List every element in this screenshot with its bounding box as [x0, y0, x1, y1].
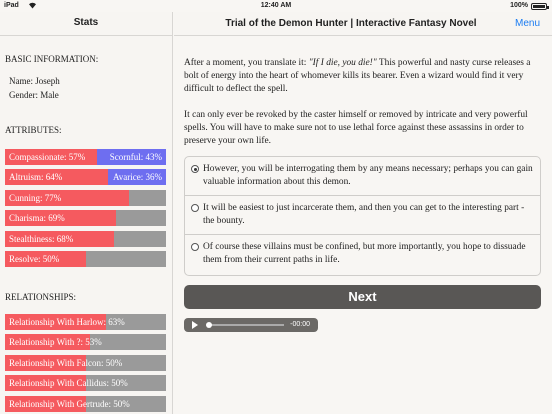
- choice-text: It will be easiest to just incarcerate t…: [203, 203, 525, 226]
- attribute-bar: Charisma: 69%: [5, 210, 166, 227]
- divider: [185, 234, 540, 235]
- story-paragraph-1: After a moment, you translate it: "If I …: [184, 57, 540, 96]
- relationship-label: Relationship With Harlow: 63%: [9, 317, 125, 327]
- choice-text: Of course these villains must be confine…: [203, 242, 526, 265]
- attribute-bar: Cunning: 77%: [5, 189, 166, 206]
- attribute-bar: Compassionate: 57% Scornful: 43%: [5, 149, 166, 165]
- basic-info-heading: BASIC INFORMATION:: [5, 54, 99, 64]
- relationship-label: Relationship With ?: 53%: [9, 337, 102, 348]
- relationship-bar: Relationship With Gertrude: 50%: [5, 395, 166, 412]
- attribute-label: Charisma: 69%: [9, 213, 65, 224]
- stats-sidebar: Stats BASIC INFORMATION: Name: Joseph Ge…: [0, 12, 173, 414]
- attribute-label: Compassionate: 57%: [9, 152, 86, 162]
- radio-button-icon[interactable]: [191, 243, 199, 251]
- attribute-bar: Resolve: 50%: [5, 251, 166, 267]
- attribute-label: Stealthiness: 68%: [9, 233, 74, 244]
- relationship-bar: Relationship With Harlow: 63%: [5, 314, 166, 330]
- audio-player: -00:00: [184, 318, 318, 332]
- audio-scrubber[interactable]: [206, 322, 212, 328]
- relationship-label: Relationship With Falcon: 50%: [9, 357, 123, 368]
- player-gender: Gender: Male: [9, 90, 59, 100]
- attribute-bar: Altruism: 64% Avarice: 36%: [5, 169, 166, 186]
- relationships-heading: RELATIONSHIPS:: [5, 292, 77, 302]
- choice-list: However, you will be interrogating them …: [184, 156, 541, 276]
- menu-button[interactable]: Menu: [515, 18, 540, 29]
- status-bar: iPad 12:40 AM 100%: [0, 0, 552, 12]
- curse-quote: "If I die, you die!": [308, 58, 377, 68]
- opposed-label: Scornful: 43%: [109, 152, 162, 162]
- attribute-label: Resolve: 50%: [9, 254, 60, 264]
- clock: 12:40 AM: [260, 2, 292, 9]
- attribute-label: Cunning: 77%: [9, 192, 62, 203]
- choice-text: However, you will be interrogating them …: [203, 164, 533, 187]
- attribute-label: Altruism: 64%: [9, 172, 63, 183]
- page-title: Trial of the Demon Hunter | Interactive …: [225, 18, 477, 29]
- battery-percent: 100%: [510, 2, 528, 9]
- next-button[interactable]: Next: [184, 285, 541, 309]
- divider: [185, 195, 540, 196]
- story-paragraph-2: It can only ever be revoked by the caste…: [184, 110, 528, 146]
- attributes-heading: ATTRIBUTES:: [5, 125, 62, 135]
- top-bar: Trial of the Demon Hunter | Interactive …: [174, 12, 552, 36]
- player-name: Name: Joseph: [9, 76, 60, 86]
- sidebar-title: Stats: [0, 12, 172, 36]
- choice-option[interactable]: It will be easiest to just incarcerate t…: [185, 202, 540, 228]
- choice-option[interactable]: However, you will be interrogating them …: [185, 163, 540, 189]
- audio-progress-track[interactable]: [208, 324, 284, 326]
- radio-button-icon[interactable]: [191, 204, 199, 212]
- radio-button-icon[interactable]: [191, 165, 199, 173]
- relationship-label: Relationship With Gertrude: 50%: [9, 398, 130, 409]
- play-icon[interactable]: [192, 321, 198, 329]
- relationship-bar: Relationship With ?: 53%: [5, 334, 166, 351]
- relationship-label: Relationship With Callidus: 50%: [9, 378, 128, 389]
- time-remaining: -00:00: [290, 321, 310, 328]
- story-text: After a moment, you translate it:: [184, 58, 309, 68]
- battery-icon: [531, 3, 549, 10]
- relationship-bar: Relationship With Callidus: 50%: [5, 375, 166, 392]
- attribute-bar: Stealthiness: 68%: [5, 230, 166, 247]
- choice-option[interactable]: Of course these villains must be confine…: [185, 241, 540, 267]
- opposed-label: Avarice: 36%: [112, 172, 162, 183]
- relationship-bar: Relationship With Falcon: 50%: [5, 354, 166, 371]
